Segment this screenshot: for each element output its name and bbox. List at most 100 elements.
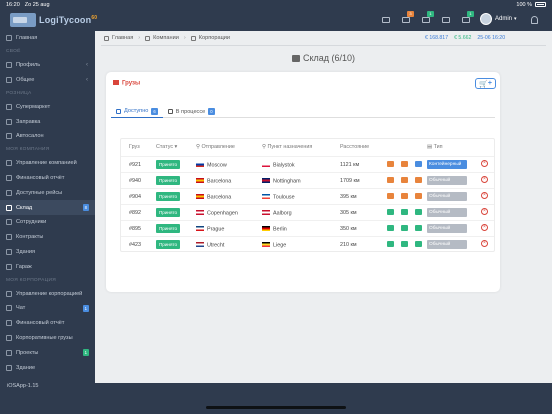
sidebar-item[interactable]: Заправка (0, 114, 95, 129)
page-title: Склад (6/10) (95, 53, 552, 63)
table-row[interactable]: #904 Принято Barcelona Toulouse 395 км Обычны… (121, 188, 494, 204)
trailer-icon[interactable] (401, 225, 408, 231)
trailer-icon[interactable] (401, 177, 408, 183)
check-icon[interactable]: 1 (421, 11, 434, 24)
truck-icon[interactable] (387, 177, 394, 183)
notification-badge: 3 (407, 11, 414, 17)
logout-icon[interactable] (531, 16, 538, 24)
calculator-icon[interactable] (381, 14, 391, 24)
cargo-type-badge: Обычный (427, 208, 467, 217)
breadcrumb-home[interactable]: Главная (112, 35, 133, 41)
trailer-icon[interactable] (401, 193, 408, 199)
truck-icon[interactable] (387, 209, 394, 215)
driver-icon[interactable] (415, 241, 422, 247)
truck-icon[interactable] (387, 225, 394, 231)
status-badge: Принято (156, 160, 181, 169)
top-icon-group: 3 1 1 (381, 11, 474, 24)
col-origin[interactable]: ⚲ Отправление (196, 144, 235, 150)
app-logo[interactable]: LogiTycoon60 (10, 13, 97, 27)
table-row[interactable]: #940 Принято Barcelona Nottingham 1709 км Обы… (121, 172, 494, 188)
sidebar-item[interactable]: Склад 8 (0, 200, 95, 215)
flag-icon (196, 210, 204, 215)
sidebar-item[interactable]: Гараж (0, 259, 95, 274)
cargo-table: Груз Статус ▾ ⚲ Отправление ⚲ Пункт назн… (120, 138, 495, 252)
sidebar-item-label: Профиль (16, 62, 41, 69)
driver-icon[interactable] (415, 193, 422, 199)
sidebar-badge: 1 (82, 304, 89, 312)
tab-available[interactable]: Доступно 6 (111, 105, 163, 118)
table-row[interactable]: #895 Принято Prague Berlin 350 км Обычный × (121, 220, 494, 236)
sidebar-item[interactable]: Здания (0, 245, 95, 260)
sidebar-item[interactable]: Управление корпорацией (0, 286, 95, 301)
sidebar-item[interactable]: Сотрудники (0, 215, 95, 230)
sidebar-item[interactable]: Профиль ‹ (0, 58, 95, 73)
sidebar-item[interactable]: Финансовый отчёт (0, 171, 95, 186)
close-icon[interactable]: × (481, 192, 488, 199)
table-row[interactable]: #892 Принято Copenhagen Aalborg 305 км Обычны… (121, 204, 494, 220)
sidebar-item[interactable]: Главная (0, 31, 95, 46)
sidebar-item[interactable]: Автосалон (0, 129, 95, 144)
driver-icon[interactable] (415, 209, 422, 215)
truck-icon[interactable] (387, 161, 394, 167)
sidebar-item[interactable]: Корпоративные грузы (0, 331, 95, 346)
cargo-id: #423 (129, 242, 141, 248)
trailer-icon[interactable] (401, 161, 408, 167)
cargo-id: #895 (129, 226, 141, 232)
table-row[interactable]: #423 Принято Utrecht Liege 210 км Обычный × (121, 236, 494, 252)
inbox-icon[interactable]: 1 (461, 11, 474, 24)
driver-icon[interactable] (415, 161, 422, 167)
cargo-type-badge: Контейнерный (427, 160, 467, 169)
sidebar-item[interactable]: Общее ‹ (0, 73, 95, 88)
trailer-icon[interactable] (401, 209, 408, 215)
breadcrumb-corporations[interactable]: Корпорации (199, 35, 230, 41)
status-badge: Принято (156, 224, 181, 233)
flag-icon (196, 194, 204, 199)
close-icon[interactable]: × (481, 240, 488, 247)
sidebar-item[interactable]: Супермаркет (0, 99, 95, 114)
add-cargo-button[interactable]: 🛒 + (475, 78, 496, 89)
driver-icon[interactable] (415, 225, 422, 231)
status-badge: Принято (156, 192, 181, 201)
sidebar-section-header: РОЗНИЦА (6, 90, 32, 96)
col-distance[interactable]: Расстояние (340, 144, 369, 150)
tab-in-progress[interactable]: В процессе 0 (163, 105, 220, 118)
close-icon[interactable]: × (481, 224, 488, 231)
close-icon[interactable]: × (481, 176, 488, 183)
battery-percent: 100 % (516, 1, 532, 8)
user-menu[interactable]: Admin ▾ (480, 13, 517, 25)
battery-icon (535, 2, 546, 7)
user-icon (6, 62, 12, 69)
truck-icon[interactable] (441, 14, 451, 24)
home-indicator[interactable] (206, 406, 346, 409)
sidebar-item[interactable]: Управление компанией (0, 156, 95, 171)
sidebar-item[interactable]: Чат 1 (0, 301, 95, 316)
col-destination[interactable]: ⚲ Пункт назначения (262, 144, 312, 150)
sidebar: Главная СВОЁ Профиль ‹ Общее ‹ РОЗНИЦА Супермар… (0, 31, 95, 383)
close-icon[interactable]: × (481, 208, 488, 215)
sidebar-item[interactable]: Проекты 1 (0, 345, 95, 360)
bell-icon[interactable]: 3 (401, 11, 414, 24)
sidebar-item[interactable]: Финансовый отчёт (0, 316, 95, 331)
breadcrumb-companies[interactable]: Компании (153, 35, 179, 41)
cargo-icon (6, 334, 12, 341)
cargo-id: #921 (129, 162, 141, 168)
truck-icon[interactable] (387, 193, 394, 199)
sidebar-item[interactable]: Контракты (0, 230, 95, 245)
driver-icon[interactable] (415, 177, 422, 183)
chevron-left-icon: ‹ (86, 62, 88, 69)
sidebar-item[interactable]: Доступные рейсы (0, 185, 95, 200)
table-row[interactable]: #921 Принято Moscow Bialystok 1121 км Контейн… (121, 156, 494, 172)
col-cargo[interactable]: Груз (129, 144, 140, 150)
chevron-left-icon: ‹ (86, 76, 88, 83)
sidebar-item-label: Контракты (16, 234, 44, 241)
col-status[interactable]: Статус ▾ (156, 144, 177, 150)
origin-city: Utrecht (196, 242, 224, 249)
truck-icon[interactable] (387, 241, 394, 247)
col-type[interactable]: ▤ Тип (427, 144, 443, 150)
sidebar-section-header: МОЯ КОРПОРАЦИЯ (6, 277, 57, 283)
sidebar-item[interactable]: Здание (0, 360, 95, 375)
home-icon (104, 35, 109, 41)
distance: 305 км (340, 210, 357, 216)
trailer-icon[interactable] (401, 241, 408, 247)
close-icon[interactable]: × (481, 160, 488, 167)
